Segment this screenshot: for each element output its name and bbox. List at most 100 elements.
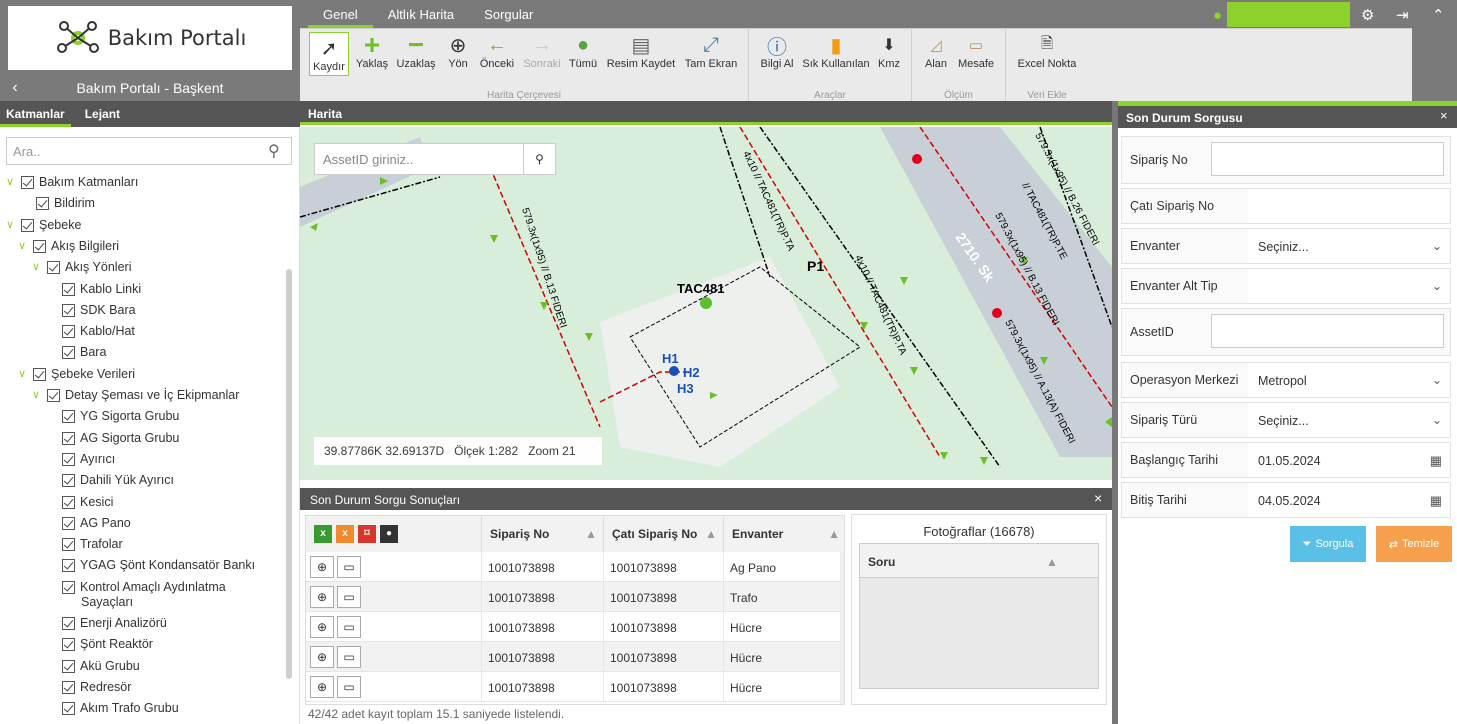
chevron-down-icon[interactable]: ∨ bbox=[18, 367, 28, 380]
chevron-down-icon[interactable]: ∨ bbox=[32, 388, 42, 401]
tree-item[interactable]: ∨ Şebeke bbox=[6, 218, 81, 232]
tree-item[interactable]: AG Sigorta Grubu bbox=[62, 431, 179, 445]
checkbox[interactable] bbox=[62, 617, 75, 630]
query-button[interactable]: ⏷ Sorgula bbox=[1290, 526, 1366, 562]
col-envanter[interactable]: Envanter ▲ bbox=[724, 516, 844, 552]
app-logo[interactable]: Bakım Portalı bbox=[8, 6, 292, 70]
field-input[interactable] bbox=[1248, 189, 1450, 223]
tree-item[interactable]: AG Pano bbox=[62, 516, 131, 530]
chevron-down-icon[interactable]: ∨ bbox=[6, 175, 16, 188]
info-button[interactable]: ⓘ Bilgi Al bbox=[759, 32, 795, 71]
checkbox[interactable] bbox=[62, 325, 75, 339]
excel-point-button[interactable]: 🗎 Excel Nokta bbox=[1016, 32, 1078, 71]
search-icon[interactable]: ⚲ bbox=[523, 144, 555, 174]
table-row[interactable]: ⊕ ▭ 1001073898 1001073898 Hücre bbox=[306, 612, 844, 642]
map-canvas[interactable]: TAC481 P1 H1 H2 H3 2710. Sk 579.3x(1x95)… bbox=[300, 127, 1112, 480]
tree-item[interactable]: ∨ Akış Yönleri bbox=[32, 260, 131, 275]
tree-item[interactable]: Dahili Yük Ayırıcı bbox=[62, 473, 174, 488]
chevron-up-icon[interactable]: ⌃ bbox=[1432, 6, 1445, 24]
next-button[interactable]: → Sonraki bbox=[522, 32, 562, 71]
tree-item[interactable]: Bildirim bbox=[36, 196, 95, 211]
col-siparis-no[interactable]: Sipariş No ▲ bbox=[482, 516, 604, 552]
tree-item[interactable]: Kesici bbox=[62, 495, 113, 509]
close-icon[interactable]: × bbox=[1440, 108, 1448, 123]
detail-icon[interactable]: ▭ bbox=[337, 556, 361, 578]
clear-button[interactable]: ⇄ Temizle bbox=[1376, 526, 1452, 562]
favorites-button[interactable]: ▮ Sık Kullanılan bbox=[802, 32, 870, 71]
field-input[interactable]: Seçiniz... bbox=[1248, 403, 1450, 437]
table-row[interactable]: ⊕ ▭ 1001073898 1001073898 Hücre bbox=[306, 672, 844, 702]
chevron-down-icon[interactable]: ∨ bbox=[32, 260, 42, 273]
tree-item[interactable]: Sayaçları bbox=[81, 595, 133, 609]
checkbox[interactable] bbox=[47, 261, 60, 275]
tab-katmanlar[interactable]: Katmanlar bbox=[0, 101, 71, 127]
checkbox[interactable] bbox=[62, 303, 75, 317]
tree-item[interactable]: Redresör bbox=[62, 680, 131, 694]
save-image-button[interactable]: ▤ Resim Kaydet bbox=[606, 32, 676, 71]
detail-icon[interactable]: ▭ bbox=[337, 676, 361, 698]
checkbox[interactable] bbox=[62, 495, 75, 509]
tree-item[interactable]: ∨ Bakım Katmanları bbox=[6, 175, 138, 189]
table-scrollbar[interactable] bbox=[840, 552, 844, 704]
layer-search-input[interactable]: Ara.. bbox=[6, 137, 292, 165]
tree-item[interactable]: Şönt Reaktör bbox=[62, 637, 153, 652]
checkbox[interactable] bbox=[21, 176, 34, 189]
tree-item[interactable]: Bara bbox=[62, 345, 106, 360]
tree-item[interactable]: Ayırıcı bbox=[62, 452, 115, 466]
close-icon[interactable]: × bbox=[1094, 490, 1102, 506]
gear-icon[interactable]: ⚙ bbox=[1361, 6, 1374, 24]
calendar-icon[interactable]: ▦ bbox=[1430, 453, 1442, 469]
table-row[interactable]: ⊕ ▭ 1001073898 1001073898 Trafo bbox=[306, 582, 844, 612]
chevron-down-icon[interactable]: ⌄ bbox=[1432, 279, 1442, 293]
fullscreen-button[interactable]: ⤢ Tam Ekran bbox=[683, 32, 739, 71]
assetid-input[interactable]: AssetID giriniz.. bbox=[315, 144, 523, 174]
checkbox[interactable] bbox=[62, 452, 75, 466]
checkbox[interactable] bbox=[21, 218, 34, 232]
chevron-down-icon[interactable]: ∨ bbox=[18, 239, 28, 252]
detail-icon[interactable]: ▭ bbox=[337, 646, 361, 668]
checkbox[interactable] bbox=[62, 282, 75, 296]
user-name-bar[interactable] bbox=[1227, 2, 1350, 27]
field-input[interactable] bbox=[1211, 314, 1444, 348]
chevron-down-icon[interactable]: ⌄ bbox=[1432, 413, 1442, 427]
kmz-button[interactable]: ⬇ Kmz bbox=[876, 32, 902, 70]
chevron-down-icon[interactable]: ∨ bbox=[6, 218, 16, 231]
area-button[interactable]: ◿ Alan bbox=[922, 32, 950, 70]
splitter[interactable] bbox=[1112, 101, 1118, 724]
field-input[interactable] bbox=[1248, 269, 1450, 303]
checkbox[interactable] bbox=[62, 474, 75, 488]
checkbox[interactable] bbox=[62, 516, 75, 530]
table-row[interactable]: ⊕ ▭ 1001073898 1001073898 Hücre bbox=[306, 642, 844, 672]
tree-item[interactable]: ∨ Şebeke Verileri bbox=[18, 367, 135, 381]
excel-export-all-icon[interactable]: x bbox=[336, 525, 354, 543]
field-input[interactable]: 01.05.2024 bbox=[1248, 443, 1450, 477]
tree-scrollbar[interactable] bbox=[286, 269, 292, 679]
tree-item[interactable]: Akım Trafo Grubu bbox=[62, 701, 179, 716]
pan-button[interactable]: ➚ Kaydır bbox=[309, 32, 349, 76]
tree-item[interactable]: Kablo Linki bbox=[62, 282, 141, 296]
checkbox[interactable] bbox=[62, 410, 75, 424]
tree-item[interactable]: ∨ Detay Şeması ve İç Ekipmanlar bbox=[32, 388, 239, 402]
tree-item[interactable]: YG Sigorta Grubu bbox=[62, 409, 179, 424]
zoom-to-icon[interactable]: ⊕ bbox=[310, 646, 334, 668]
checkbox[interactable] bbox=[62, 580, 75, 594]
full-extent-button[interactable]: ● Tümü bbox=[568, 32, 598, 71]
tree-item[interactable]: YGAG Şönt Kondansatör Bankı bbox=[62, 558, 255, 573]
tree-item[interactable]: Kablo/Hat bbox=[62, 324, 135, 339]
field-input[interactable] bbox=[1211, 142, 1444, 176]
tree-item[interactable]: Trafolar bbox=[62, 537, 123, 552]
chevron-down-icon[interactable]: ⌄ bbox=[1432, 239, 1442, 253]
checkbox[interactable] bbox=[62, 680, 75, 694]
zoom-to-icon[interactable]: ⊕ bbox=[310, 676, 334, 698]
tree-item[interactable]: Enerji Analizörü bbox=[62, 616, 167, 630]
checkbox[interactable] bbox=[47, 389, 60, 402]
tab-lejant[interactable]: Lejant bbox=[79, 101, 126, 127]
search-icon[interactable]: ⚲ bbox=[268, 141, 280, 161]
chevron-down-icon[interactable]: ⌄ bbox=[1432, 373, 1442, 387]
chevron-left-icon[interactable]: ‹ bbox=[0, 79, 30, 97]
checkbox[interactable] bbox=[62, 702, 75, 716]
tree-item[interactable]: ∨ Akış Bilgileri bbox=[18, 239, 119, 253]
previous-button[interactable]: ← Önceki bbox=[478, 32, 516, 71]
excel-export-icon[interactable]: x bbox=[314, 525, 332, 543]
tree-item[interactable]: Kontrol Amaçlı Aydınlatma bbox=[62, 580, 226, 594]
